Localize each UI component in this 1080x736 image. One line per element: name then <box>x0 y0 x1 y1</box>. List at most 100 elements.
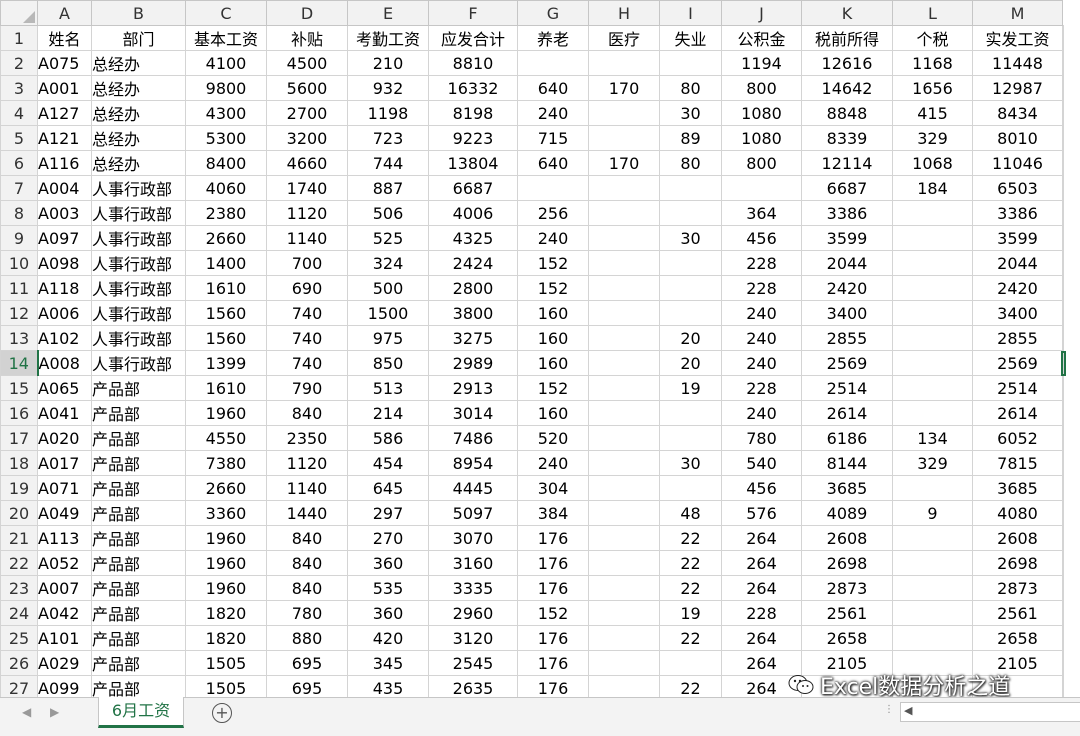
cell[interactable]: 22 <box>659 625 722 651</box>
cell[interactable]: 8848 <box>801 100 893 126</box>
column-title-cell[interactable]: 公积金 <box>721 25 802 51</box>
cell[interactable] <box>1062 25 1064 51</box>
cell[interactable]: 产品部 <box>91 450 186 476</box>
cell[interactable]: 6687 <box>801 175 893 201</box>
cell[interactable]: 2614 <box>972 400 1063 426</box>
scroll-split-handle-icon[interactable]: ⋮ <box>884 704 894 715</box>
row-header[interactable]: 10 <box>0 250 38 276</box>
cell[interactable]: A075 <box>37 50 92 76</box>
cell[interactable]: 3400 <box>801 300 893 326</box>
cell[interactable]: 2044 <box>801 250 893 276</box>
cell[interactable] <box>892 250 973 276</box>
cell[interactable]: 1960 <box>185 525 267 551</box>
cell[interactable]: 19 <box>659 600 722 626</box>
cell[interactable]: 1194 <box>721 50 802 76</box>
row-header[interactable]: 18 <box>0 450 38 476</box>
cell[interactable]: A097 <box>37 225 92 251</box>
row-header[interactable]: 11 <box>0 275 38 301</box>
cell[interactable]: 152 <box>517 600 589 626</box>
cell[interactable]: 6186 <box>801 425 893 451</box>
cell[interactable]: 3685 <box>972 475 1063 501</box>
cell[interactable]: 170 <box>588 75 660 101</box>
cell[interactable]: 1610 <box>185 275 267 301</box>
cell[interactable]: 640 <box>517 75 589 101</box>
prev-sheet-icon[interactable]: ◀ <box>22 705 31 719</box>
cell[interactable]: A116 <box>37 150 92 176</box>
cell[interactable]: 2658 <box>801 625 893 651</box>
cell[interactable] <box>1062 200 1064 226</box>
cell[interactable]: 人事行政部 <box>91 325 186 351</box>
cell[interactable] <box>588 125 660 151</box>
column-title-cell[interactable]: 姓名 <box>37 25 92 51</box>
cell[interactable] <box>659 200 722 226</box>
cell[interactable]: 540 <box>721 450 802 476</box>
cell[interactable]: 3400 <box>972 300 1063 326</box>
cell[interactable]: 780 <box>721 425 802 451</box>
cell[interactable]: 160 <box>517 300 589 326</box>
column-header-d[interactable]: D <box>266 0 348 26</box>
cell[interactable]: 850 <box>347 350 429 376</box>
cell[interactable]: 20 <box>659 350 722 376</box>
cell[interactable]: 12114 <box>801 150 893 176</box>
cell[interactable]: 22 <box>659 550 722 576</box>
cell[interactable] <box>588 50 660 76</box>
cell[interactable]: 产品部 <box>91 375 186 401</box>
cell[interactable]: 1740 <box>266 175 348 201</box>
row-header[interactable]: 13 <box>0 325 38 351</box>
cell[interactable]: 12616 <box>801 50 893 76</box>
cell[interactable]: 1120 <box>266 200 348 226</box>
cell[interactable]: 4550 <box>185 425 267 451</box>
cell[interactable]: 1440 <box>266 500 348 526</box>
row-header[interactable]: 8 <box>0 200 38 226</box>
cell[interactable] <box>517 175 589 201</box>
cell[interactable]: 2569 <box>801 350 893 376</box>
cell[interactable]: 1505 <box>185 650 267 676</box>
cell[interactable]: 264 <box>721 625 802 651</box>
cell[interactable]: 1960 <box>185 550 267 576</box>
next-sheet-icon[interactable]: ▶ <box>50 705 59 719</box>
cell[interactable]: 1080 <box>721 100 802 126</box>
cell[interactable]: 产品部 <box>91 650 186 676</box>
cell[interactable]: 3335 <box>428 575 518 601</box>
cell[interactable]: 840 <box>266 575 348 601</box>
cell[interactable] <box>588 175 660 201</box>
cell[interactable]: 1140 <box>266 475 348 501</box>
cell[interactable]: 345 <box>347 650 429 676</box>
cell[interactable] <box>588 100 660 126</box>
cell[interactable]: 2614 <box>801 400 893 426</box>
cell[interactable]: 270 <box>347 525 429 551</box>
cell[interactable]: 176 <box>517 625 589 651</box>
cell[interactable]: 329 <box>892 450 973 476</box>
cell[interactable]: A049 <box>37 500 92 526</box>
cell[interactable]: 2420 <box>972 275 1063 301</box>
cell[interactable]: 2608 <box>801 525 893 551</box>
cell[interactable]: 2635 <box>428 675 518 697</box>
cell[interactable]: 13804 <box>428 150 518 176</box>
cell[interactable]: 1820 <box>185 625 267 651</box>
cell[interactable] <box>588 225 660 251</box>
column-title-cell[interactable]: 养老 <box>517 25 589 51</box>
cell[interactable]: 1068 <box>892 150 973 176</box>
cell[interactable]: 2424 <box>428 250 518 276</box>
cell[interactable] <box>1062 475 1064 501</box>
select-all-corner[interactable] <box>0 0 38 26</box>
cell[interactable]: 4660 <box>266 150 348 176</box>
cell[interactable] <box>588 400 660 426</box>
cell[interactable]: A006 <box>37 300 92 326</box>
cell[interactable]: A098 <box>37 250 92 276</box>
cell[interactable]: 2514 <box>801 375 893 401</box>
cell[interactable]: 240 <box>517 100 589 126</box>
cell[interactable]: 176 <box>517 575 589 601</box>
cell[interactable] <box>892 200 973 226</box>
column-header-m[interactable]: M <box>972 0 1063 26</box>
cell[interactable] <box>892 525 973 551</box>
cell[interactable]: 2873 <box>801 575 893 601</box>
column-title-cell[interactable]: 失业 <box>659 25 722 51</box>
cell[interactable]: 304 <box>517 475 589 501</box>
cell[interactable]: 695 <box>266 675 348 697</box>
cell[interactable]: 80 <box>659 150 722 176</box>
cell[interactable] <box>892 400 973 426</box>
row-header[interactable]: 7 <box>0 175 38 201</box>
cell[interactable]: 525 <box>347 225 429 251</box>
cell[interactable]: 2350 <box>266 425 348 451</box>
